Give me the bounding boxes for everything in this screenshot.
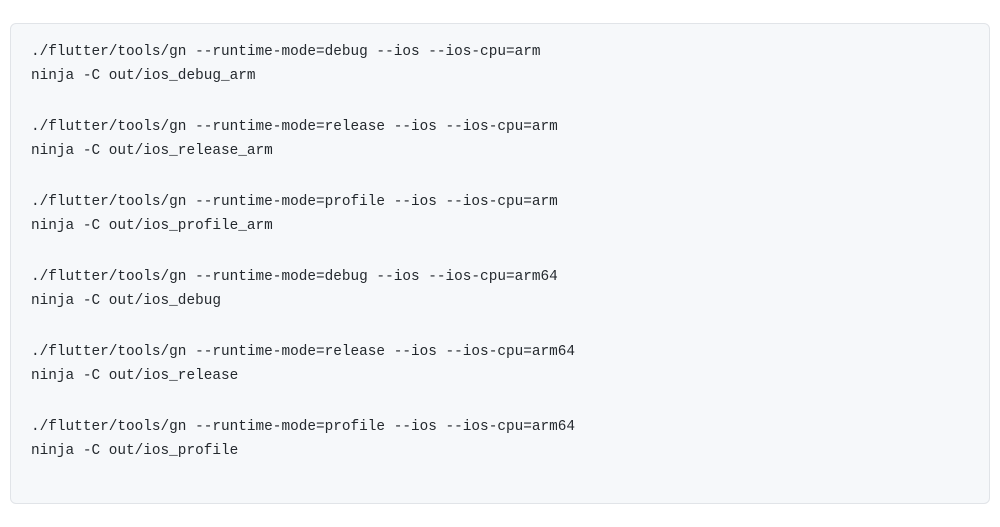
code-line: ./flutter/tools/gn --runtime-mode=profil… [31,415,969,439]
code-line: ninja -C out/ios_debug_arm [31,64,969,88]
code-line: ninja -C out/ios_release_arm [31,139,969,163]
command-group: ./flutter/tools/gn --runtime-mode=profil… [31,415,969,464]
command-group: ./flutter/tools/gn --runtime-mode=debug … [31,40,969,89]
command-group: ./flutter/tools/gn --runtime-mode=releas… [31,340,969,389]
code-line: ./flutter/tools/gn --runtime-mode=releas… [31,340,969,364]
command-group: ./flutter/tools/gn --runtime-mode=debug … [31,265,969,314]
code-line: ./flutter/tools/gn --runtime-mode=debug … [31,265,969,289]
code-line: ./flutter/tools/gn --runtime-mode=profil… [31,190,969,214]
code-line: ninja -C out/ios_release [31,364,969,388]
code-line: ninja -C out/ios_profile [31,439,969,463]
code-line: ./flutter/tools/gn --runtime-mode=releas… [31,115,969,139]
code-block: ./flutter/tools/gn --runtime-mode=debug … [10,23,990,504]
command-group: ./flutter/tools/gn --runtime-mode=profil… [31,190,969,239]
code-line: ninja -C out/ios_debug [31,289,969,313]
command-group: ./flutter/tools/gn --runtime-mode=releas… [31,115,969,164]
code-line: ./flutter/tools/gn --runtime-mode=debug … [31,40,969,64]
code-line: ninja -C out/ios_profile_arm [31,214,969,238]
